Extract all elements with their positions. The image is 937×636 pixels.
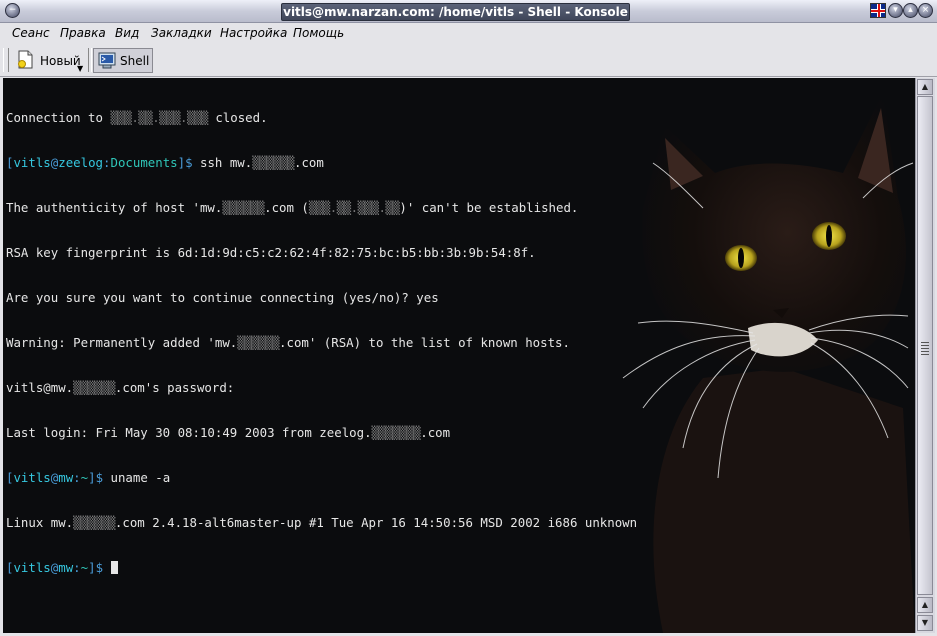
scroll-down-icon[interactable]: ▼ — [917, 615, 933, 631]
scroll-up-icon[interactable]: ▲ — [917, 597, 933, 613]
terminal-prompt-line: [vitls@mw:~]$ uname -a — [6, 470, 171, 485]
minimize-icon[interactable]: ▾ — [888, 3, 903, 18]
redacted-text: ▒▒▒▒▒▒ — [252, 155, 294, 170]
line-text: The authenticity of host 'mw. — [6, 200, 223, 215]
command-input[interactable] — [103, 560, 110, 575]
line-text: RSA key fingerprint is 6d:1d:9d:c5:c2:62… — [6, 245, 536, 260]
line-text: Are you sure you want to continue connec… — [6, 290, 439, 305]
title-bar[interactable]: − vitls@mw.narzan.com: /home/vitls - She… — [0, 0, 937, 23]
redacted-text: ▒▒▒▒▒▒ — [73, 380, 115, 395]
toolbar-separator — [88, 48, 92, 72]
maximize-icon[interactable]: ▴ — [903, 3, 918, 18]
prompt-host: mw — [58, 470, 74, 485]
line-text: )' can't be established. — [399, 200, 579, 215]
line-text: Linux mw. — [6, 515, 74, 530]
line-text: .com 2.4.18-alt6master-up #1 Tue Apr 16 … — [114, 515, 638, 530]
terminal-line: RSA key fingerprint is 6d:1d:9d:c5:c2:62… — [6, 245, 637, 260]
line-text: .com ( — [264, 200, 309, 215]
menu-session[interactable]: Сеанс — [12, 26, 50, 40]
menu-edit[interactable]: Правка — [60, 26, 106, 40]
terminal-output: Connection to ▒▒▒.▒▒.▒▒▒.▒▒▒ closed. [vi… — [6, 80, 637, 605]
shell-terminal-icon — [98, 52, 116, 69]
terminal-line: Linux mw.▒▒▒▒▒▒.com 2.4.18-alt6master-up… — [6, 515, 637, 530]
line-text: .com — [420, 425, 451, 440]
toolbar-grip[interactable] — [3, 48, 9, 72]
prompt-path: ~ — [80, 560, 89, 575]
prompt-host: zeelog — [58, 155, 104, 170]
terminal-line: The authenticity of host 'mw.▒▒▒▒▒▒.com … — [6, 200, 637, 215]
menu-view[interactable]: Вид — [115, 26, 139, 40]
terminal-line: Last login: Fri May 30 08:10:49 2003 fro… — [6, 425, 637, 440]
chevron-down-icon[interactable]: ▼ — [77, 64, 83, 73]
terminal-scrollbar[interactable]: ▲ ▲ ▼ — [915, 78, 935, 633]
line-text: Last login: Fri May 30 08:10:49 2003 fro… — [6, 425, 372, 440]
prompt-path: Documents — [110, 155, 178, 170]
redacted-text: ▒▒▒▒▒▒ — [237, 335, 280, 350]
line-text: closed. — [207, 110, 268, 125]
terminal-prompt-line: [vitls@zeelog:Documents]$ ssh mw.▒▒▒▒▒▒.… — [6, 155, 324, 170]
prompt-user: vitls — [13, 560, 51, 575]
session-tab-shell[interactable]: Shell — [93, 48, 153, 73]
prompt-user: vitls — [13, 470, 51, 485]
new-session-button[interactable]: Новый ▼ — [14, 48, 86, 73]
redacted-text: ▒▒▒.▒▒.▒▒▒.▒▒▒ — [110, 110, 208, 125]
line-text: Warning: Permanently added 'mw. — [6, 335, 238, 350]
new-document-icon — [18, 50, 33, 69]
terminal-prompt-line: [vitls@mw:~]$ — [6, 560, 637, 575]
prompt-user: vitls — [13, 155, 51, 170]
terminal-view[interactable]: Connection to ▒▒▒.▒▒.▒▒▒.▒▒▒ closed. [vi… — [3, 78, 915, 633]
close-icon[interactable]: × — [918, 3, 933, 18]
menu-settings[interactable]: Настройка — [220, 26, 287, 40]
konsole-window: − vitls@mw.narzan.com: /home/vitls - She… — [0, 0, 937, 636]
prompt-host: mw — [58, 560, 74, 575]
line-text: vitls@mw. — [6, 380, 74, 395]
terminal-line: Are you sure you want to continue connec… — [6, 290, 637, 305]
command-text: ssh mw. — [192, 155, 253, 170]
scrollbar-thumb[interactable] — [917, 96, 933, 595]
uk-flag-icon[interactable] — [870, 3, 886, 18]
line-text: .com's password: — [114, 380, 235, 395]
window-menu-icon[interactable]: − — [5, 3, 20, 18]
redacted-text: ▒▒▒▒▒▒ — [73, 515, 115, 530]
terminal-cursor — [110, 561, 118, 574]
terminal-line: Connection to ▒▒▒.▒▒.▒▒▒.▒▒▒ closed. — [6, 110, 637, 125]
line-text: .com' (RSA) to the list of known hosts. — [279, 335, 570, 350]
scroll-up-icon[interactable]: ▲ — [917, 79, 933, 95]
redacted-text: ▒▒▒▒▒▒ — [222, 200, 265, 215]
redacted-text: ▒▒▒▒▒▒▒ — [371, 425, 421, 440]
window-title: vitls@mw.narzan.com: /home/vitls - Shell… — [281, 3, 630, 21]
line-text: Connection to — [6, 110, 111, 125]
toolbar: Новый ▼ Shell — [0, 45, 937, 77]
line-text: .com — [294, 155, 324, 170]
session-tab-label: Shell — [120, 54, 150, 68]
menu-bookmarks[interactable]: Закладки — [151, 26, 212, 40]
command-text: uname -a — [103, 470, 171, 485]
menu-help[interactable]: Помощь — [293, 26, 344, 40]
prompt-path: ~ — [80, 470, 89, 485]
terminal-line: vitls@mw.▒▒▒▒▒▒.com's password: — [6, 380, 637, 395]
redacted-text: ▒▒▒.▒▒.▒▒▒.▒▒ — [308, 200, 400, 215]
menu-bar: Сеанс Правка Вид Закладки Настройка Помо… — [0, 23, 937, 45]
new-session-label: Новый — [40, 54, 81, 68]
terminal-line: Warning: Permanently added 'mw.▒▒▒▒▒▒.co… — [6, 335, 637, 350]
